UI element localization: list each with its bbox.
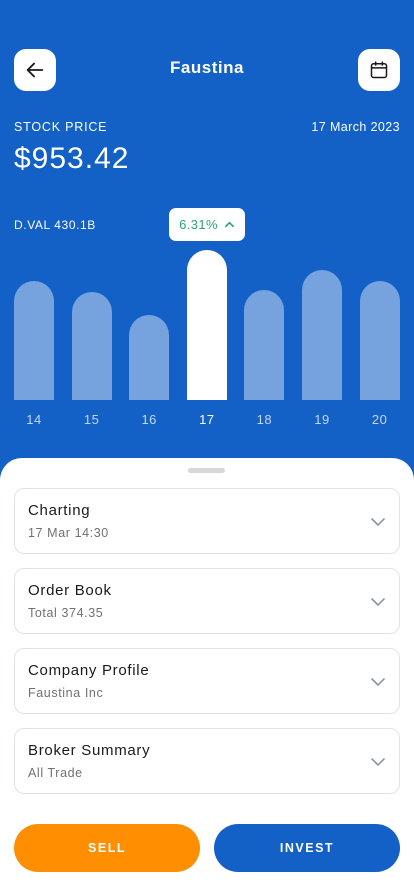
card-subtitle: Total 374.35 — [28, 606, 104, 620]
card-title: Company Profile — [28, 662, 150, 679]
calendar-button[interactable] — [358, 49, 400, 91]
invest-button[interactable]: INVEST — [214, 824, 400, 872]
stock-price-label: STOCK PRICE — [14, 120, 108, 134]
chart-bar-16[interactable] — [129, 315, 170, 400]
change-badge: 6.31% — [169, 208, 245, 241]
chart-tick-label: 19 — [314, 412, 330, 427]
card-subtitle: All Trade — [28, 766, 83, 780]
change-value: 6.31% — [179, 217, 218, 232]
chart-tick-label: 20 — [371, 412, 388, 427]
sheet-handle[interactable] — [188, 468, 225, 473]
price-bar-chart: 14 15 16 17 18 19 20 — [0, 240, 414, 440]
chevron-down-icon — [371, 518, 385, 526]
card-subtitle: Faustina Inc — [28, 686, 104, 700]
date-label: 17 March 2023 — [311, 120, 400, 134]
card-charting[interactable]: Charting 17 Mar 14:30 — [14, 488, 400, 554]
header: Faustina STOCK PRICE 17 March 2023 $953.… — [0, 0, 414, 460]
chart-bar-17[interactable] — [186, 250, 227, 400]
card-subtitle: 17 Mar 14:30 — [28, 526, 109, 540]
card-company-profile[interactable]: Company Profile Faustina Inc — [14, 648, 400, 714]
chart-bar-14[interactable] — [14, 281, 54, 400]
stock-price-value: $953.42 — [14, 142, 130, 175]
chart-bar-20[interactable] — [359, 281, 400, 400]
chevron-up-icon — [224, 221, 234, 228]
card-broker-summary[interactable]: Broker Summary All Trade — [14, 728, 400, 794]
calendar-icon — [370, 61, 388, 79]
card-order-book[interactable]: Order Book Total 374.35 — [14, 568, 400, 634]
chevron-down-icon — [371, 678, 385, 686]
chart-bar-15[interactable] — [71, 292, 112, 400]
chart-tick-label: 17 — [199, 412, 215, 427]
chevron-down-icon — [371, 598, 385, 606]
chart-tick-label: 18 — [256, 412, 273, 427]
card-title: Broker Summary — [28, 742, 151, 759]
chevron-down-icon — [371, 758, 385, 766]
card-title: Order Book — [28, 582, 112, 599]
sell-button[interactable]: SELL — [14, 824, 200, 872]
chart-tick-label: 15 — [83, 412, 100, 427]
chart-tick-label: 14 — [26, 412, 42, 427]
chart-bar-18[interactable] — [244, 290, 285, 400]
chart-bar-19[interactable] — [302, 270, 342, 400]
page-title: Faustina — [170, 58, 244, 77]
card-title: Charting — [28, 502, 91, 519]
daily-value-label: D.VAL 430.1B — [14, 218, 96, 232]
chart-tick-label: 16 — [141, 412, 157, 427]
details-sheet: Charting 17 Mar 14:30 Order Book Total 3… — [0, 458, 414, 896]
